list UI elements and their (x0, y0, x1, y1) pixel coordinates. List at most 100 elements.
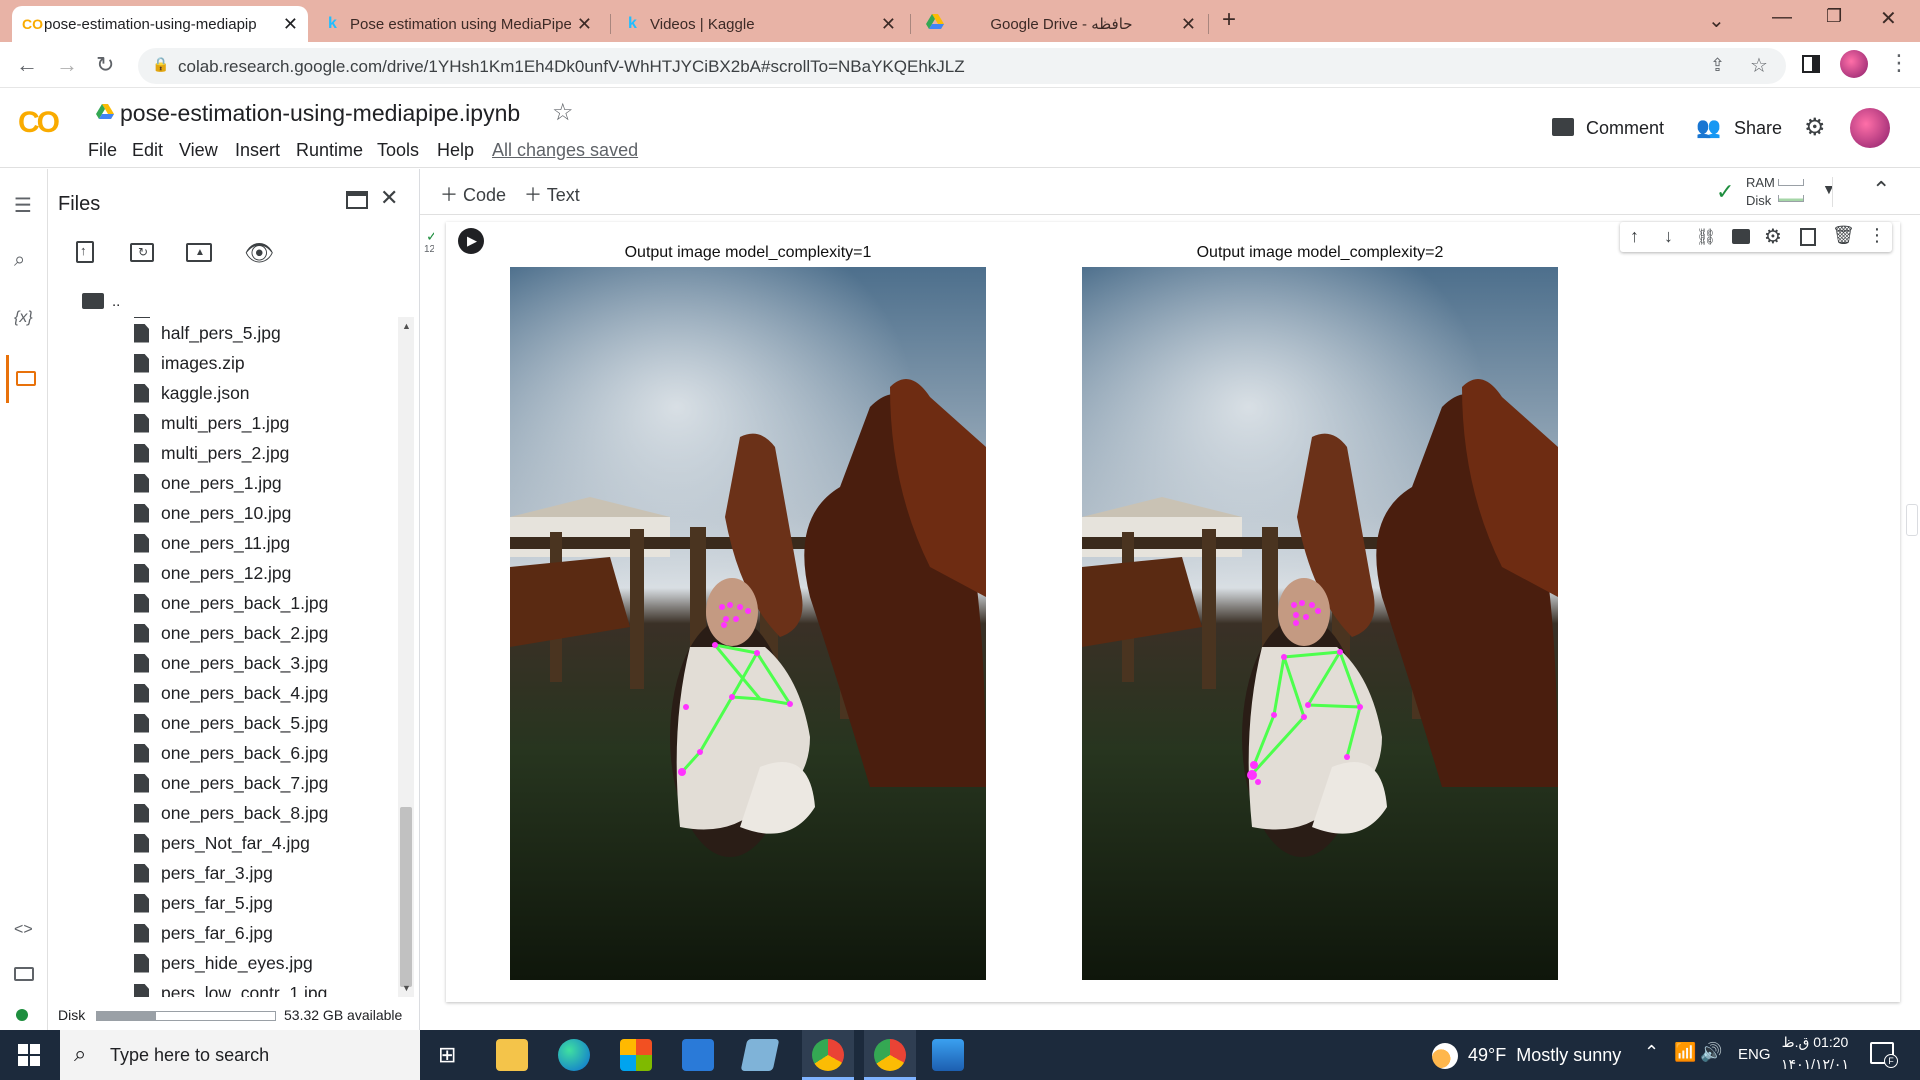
file-item[interactable]: pers_Not_far_4.jpg (134, 830, 310, 856)
move-down-icon[interactable]: ↓ (1664, 226, 1673, 247)
file-item[interactable]: pers_hide_eyes.jpg (134, 950, 313, 976)
chrome-taskbar-button[interactable] (802, 1030, 854, 1080)
mount-drive-icon[interactable]: ▲ (186, 243, 212, 262)
file-item[interactable]: one_pers_back_3.jpg (134, 650, 328, 676)
bookmark-star-icon[interactable]: ☆ (1750, 53, 1768, 78)
new-tab-icon[interactable]: + (1222, 6, 1236, 34)
share-button[interactable]: Share (1734, 118, 1782, 139)
star-icon[interactable]: ☆ (552, 98, 574, 127)
file-item[interactable]: multi_pers_2.jpg (134, 440, 289, 466)
runtime-dropdown-icon[interactable]: ▼ (1822, 181, 1836, 197)
refresh-folder-icon[interactable]: ↻ (130, 243, 154, 262)
notebook-title[interactable]: pose-estimation-using-mediapipe.ipynb (120, 100, 520, 127)
mirror-cell-icon[interactable] (1800, 228, 1816, 246)
upload-file-icon[interactable]: ↑ (76, 241, 94, 263)
comment-button[interactable]: Comment (1586, 118, 1664, 139)
store-icon[interactable] (620, 1039, 652, 1071)
parent-dir-link[interactable]: .. (112, 293, 120, 310)
file-item[interactable]: one_pers_back_4.jpg (134, 680, 328, 706)
task-view-icon[interactable]: ⊞ (438, 1042, 456, 1068)
menu-view[interactable]: View (179, 140, 218, 161)
scroll-up-arrow-icon[interactable]: ▲ (402, 321, 411, 331)
show-hidden-eye-icon[interactable]: 👁 (244, 239, 274, 268)
add-text-button[interactable]: ＋ Text (524, 181, 580, 207)
file-item[interactable]: one_pers_back_6.jpg (134, 740, 328, 766)
close-icon[interactable]: ✕ (1181, 14, 1196, 35)
more-vert-icon[interactable]: ⋮ (1888, 50, 1910, 76)
file-item[interactable]: pers_low_contr_1.jpg (134, 980, 327, 997)
browser-tab-drive[interactable]: Google Drive - حافظه ✕ (916, 6, 1206, 42)
file-item[interactable]: half_pers_5.jpg (134, 320, 281, 346)
tab-search-chevron-icon[interactable]: ⌄ (1708, 8, 1725, 33)
forward-arrow-icon[interactable]: → (56, 52, 78, 78)
clock-time[interactable]: 01:20 ق.ظ (1780, 1034, 1850, 1051)
file-item[interactable]: one_pers_1.jpg (134, 470, 282, 496)
link-icon[interactable]: ⛓ (1696, 227, 1716, 247)
clock-date[interactable]: ۱۴۰۱/۱۲/۰۱ (1780, 1056, 1850, 1073)
close-icon[interactable]: ✕ (577, 14, 592, 35)
browser-tab-kaggle-pose[interactable]: k Pose estimation using MediaPipe ✕ (318, 6, 602, 42)
notebook-scroll-thumb[interactable] (1906, 504, 1918, 536)
menu-edit[interactable]: Edit (132, 140, 163, 161)
file-item[interactable]: one_pers_back_1.jpg (134, 590, 328, 616)
share-page-icon[interactable]: ⇪ (1710, 55, 1725, 76)
weather-text[interactable]: 49°F Mostly sunny (1468, 1045, 1621, 1066)
browser-tab-kaggle-videos[interactable]: k Videos | Kaggle ✕ (618, 6, 906, 42)
scrollbar-thumb[interactable] (400, 807, 412, 987)
windows-start-icon[interactable] (18, 1044, 40, 1066)
file-item[interactable]: one_pers_back_2.jpg (134, 620, 328, 646)
scrollbar[interactable]: ▲ ▼ (398, 317, 414, 997)
comment-cell-icon[interactable] (1732, 229, 1750, 244)
menu-insert[interactable]: Insert (235, 140, 280, 161)
profile-avatar[interactable] (1840, 50, 1868, 78)
menu-runtime[interactable]: Runtime (296, 140, 363, 161)
browser-tab-colab[interactable]: CO pose-estimation-using-mediapip ✕ (12, 6, 308, 42)
file-item[interactable]: pers_far_6.jpg (134, 920, 273, 946)
code-snippets-icon[interactable]: <> (14, 921, 33, 939)
folder-icon[interactable] (16, 371, 36, 386)
notepad-icon[interactable] (740, 1039, 780, 1071)
cell-settings-icon[interactable]: ⚙ (1764, 224, 1782, 249)
settings-gear-icon[interactable]: ⚙ (1804, 113, 1826, 142)
taskbar-search-box[interactable]: ⌕ Type here to search (60, 1030, 420, 1080)
more-vert-icon[interactable]: ⋮ (1868, 225, 1886, 246)
variables-icon[interactable]: {x} (14, 309, 33, 327)
minimize-icon[interactable]: — (1772, 6, 1792, 29)
menu-file[interactable]: File (88, 140, 117, 161)
window-close-icon[interactable]: ✕ (1880, 6, 1897, 31)
save-status-link[interactable]: All changes saved (492, 140, 638, 161)
file-item[interactable]: one_pers_back_5.jpg (134, 710, 328, 736)
search-icon[interactable]: ⌕ (14, 249, 25, 272)
side-panel-icon[interactable] (1802, 55, 1820, 73)
run-cell-button[interactable]: ▶ (458, 228, 484, 254)
file-item[interactable]: one_pers_10.jpg (134, 500, 291, 526)
tray-chevron-icon[interactable]: ⌃ (1644, 1042, 1659, 1063)
notebook-cell[interactable]: ▶ ↑ ↓ ⛓ ⚙ 🗑 ⋮ Output image model_complex… (446, 222, 1900, 1002)
wifi-icon[interactable]: 📶 (1674, 1042, 1696, 1063)
file-item[interactable]: multi_pers_1.jpg (134, 410, 289, 436)
colab-logo[interactable]: CO (18, 106, 60, 140)
table-of-contents-icon[interactable]: ☰ (14, 193, 32, 218)
edge-icon[interactable] (558, 1039, 590, 1071)
command-palette-icon[interactable] (14, 967, 34, 981)
volume-icon[interactable]: 🔊 (1700, 1042, 1722, 1063)
parent-folder-icon[interactable] (82, 293, 104, 309)
address-bar[interactable]: 🔒 colab.research.google.com/drive/1YHsh1… (138, 48, 1786, 84)
close-icon[interactable]: ✕ (881, 14, 896, 35)
file-item[interactable]: one_pers_back_8.jpg (134, 800, 328, 826)
file-item[interactable]: images.zip (134, 350, 245, 376)
file-item[interactable]: pers_far_3.jpg (134, 860, 273, 886)
delete-icon[interactable]: 🗑 (1832, 225, 1855, 246)
collapse-chevron-icon[interactable]: ⌃ (1872, 177, 1890, 203)
add-code-button[interactable]: ＋ Code (440, 181, 506, 207)
menu-tools[interactable]: Tools (377, 140, 419, 161)
language-indicator[interactable]: ENG (1738, 1046, 1771, 1063)
file-item[interactable]: pers_far_5.jpg (134, 890, 273, 916)
file-explorer-icon[interactable] (496, 1039, 528, 1071)
back-arrow-icon[interactable]: ← (16, 52, 38, 78)
user-avatar[interactable] (1850, 108, 1890, 148)
restore-icon[interactable]: ❐ (1826, 6, 1842, 27)
move-up-icon[interactable]: ↑ (1630, 226, 1639, 247)
close-panel-icon[interactable]: ✕ (380, 185, 398, 211)
file-item[interactable]: one_pers_11.jpg (134, 530, 290, 556)
